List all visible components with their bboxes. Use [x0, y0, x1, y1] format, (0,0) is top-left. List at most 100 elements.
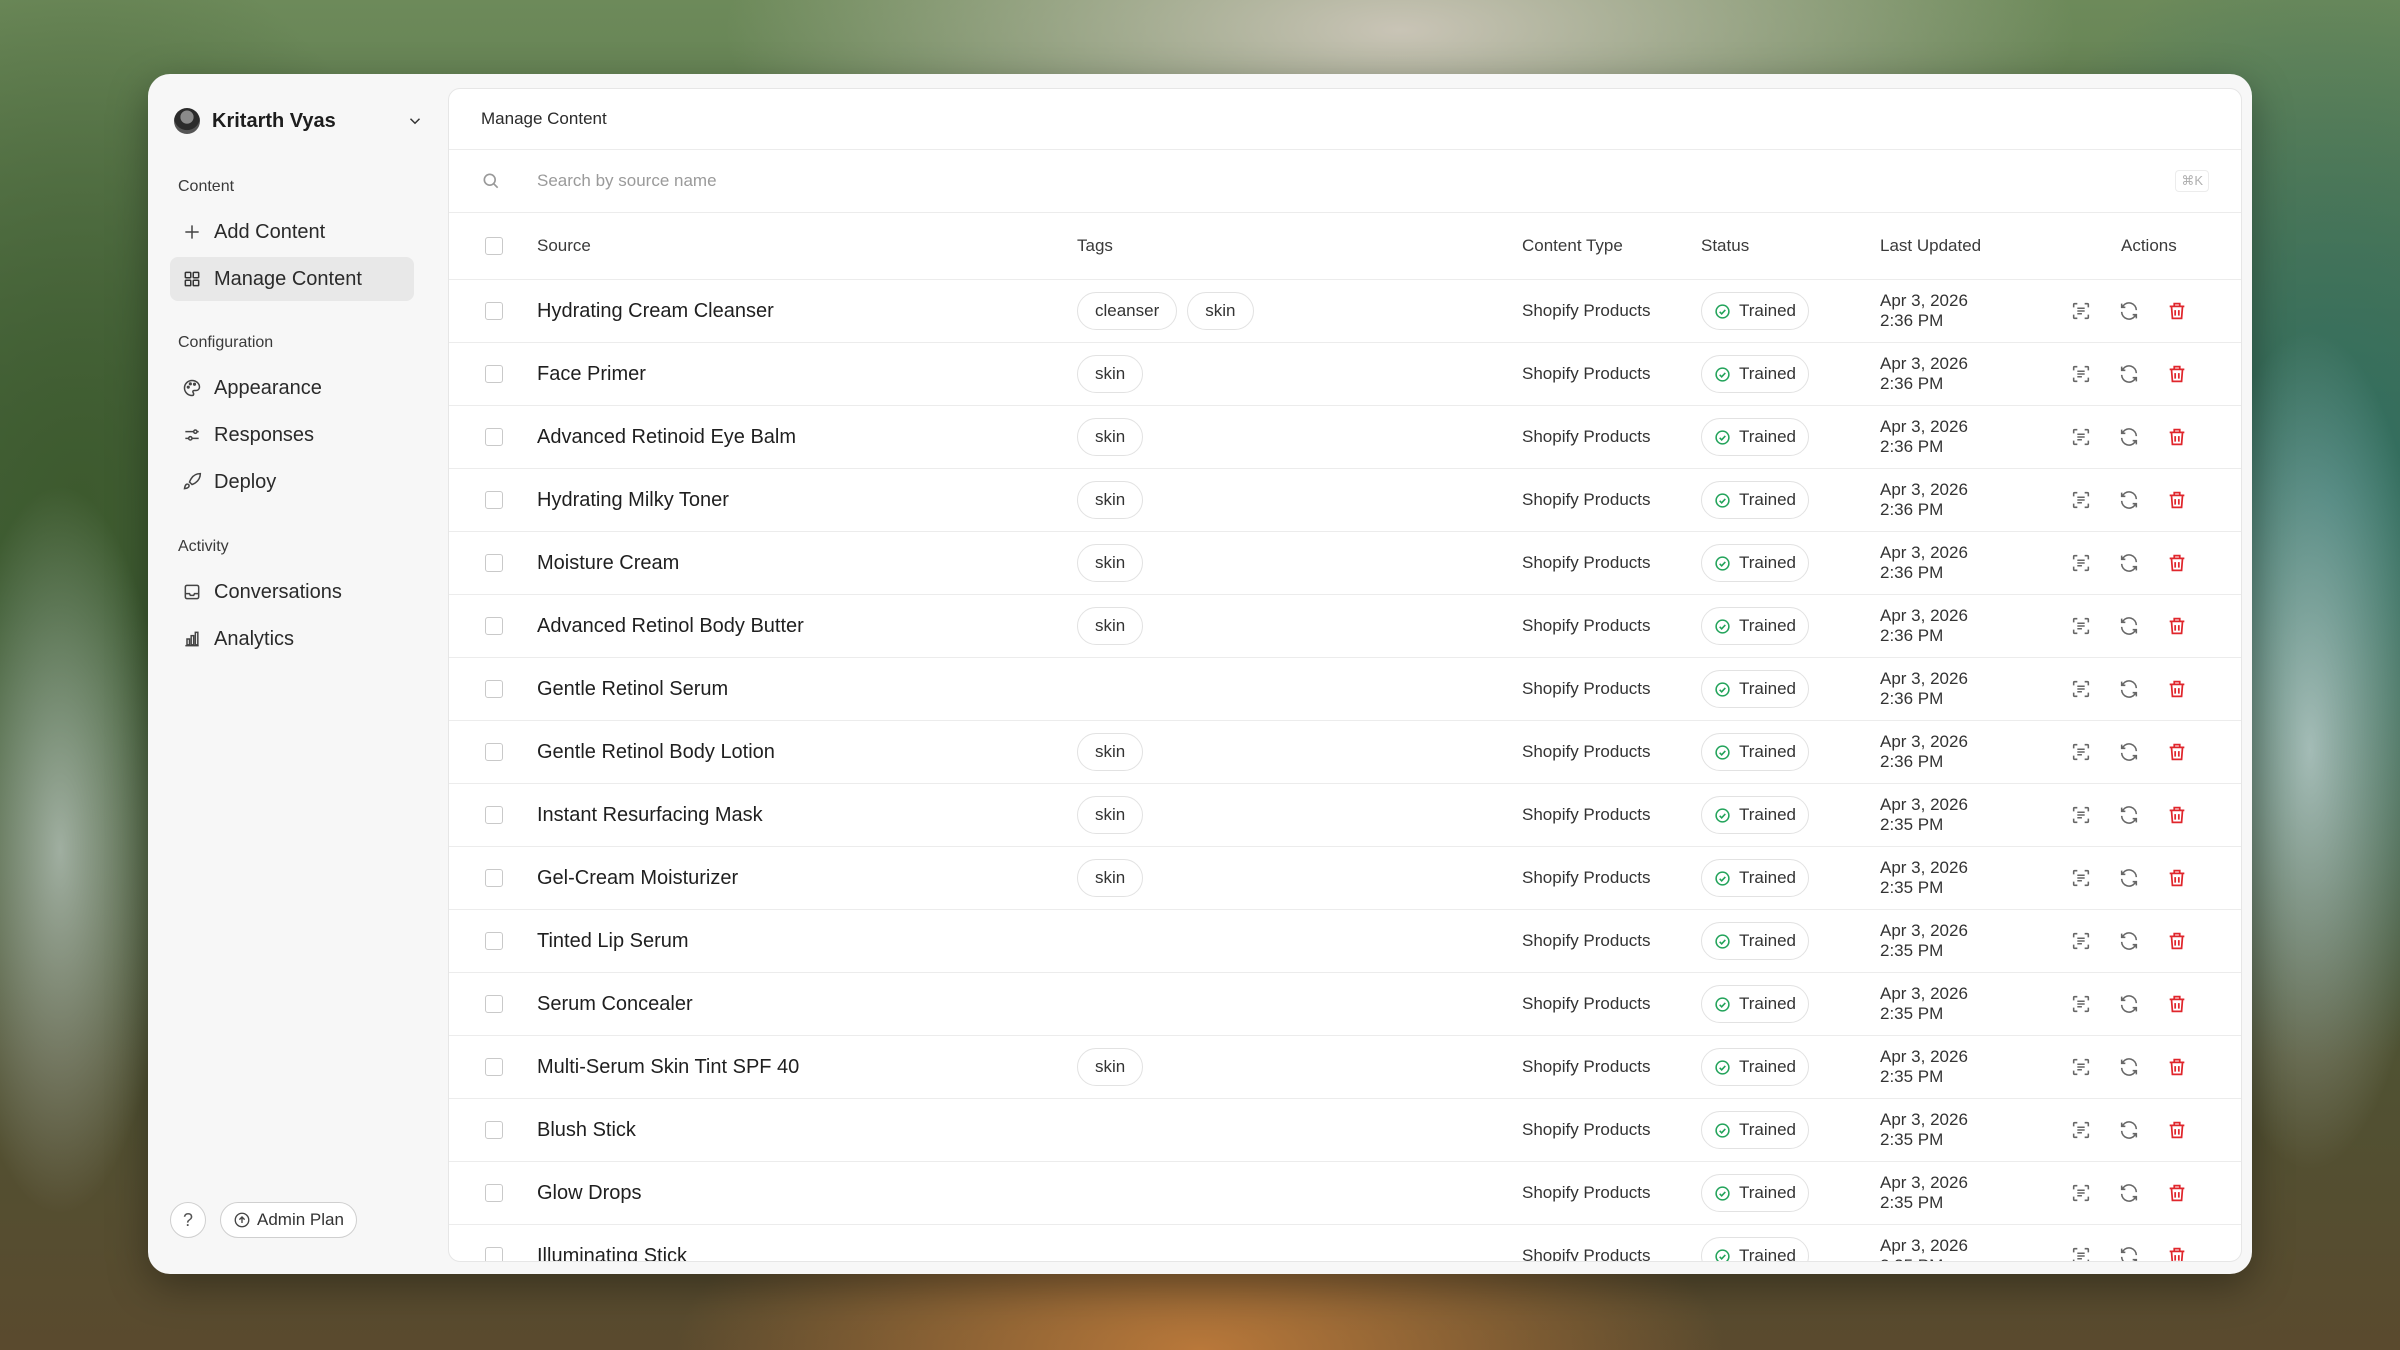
- row-checkbox[interactable]: [485, 365, 503, 383]
- row-checkbox[interactable]: [485, 932, 503, 950]
- source-name[interactable]: Moisture Cream: [537, 532, 679, 594]
- delete-button[interactable]: [2165, 677, 2189, 701]
- table-row[interactable]: Blush Stick Shopify Products Trained Apr…: [449, 1099, 2241, 1162]
- delete-button[interactable]: [2165, 1244, 2189, 1261]
- tag-chip[interactable]: cleanser: [1077, 292, 1178, 330]
- view-button[interactable]: [2069, 1055, 2093, 1079]
- search-input[interactable]: [535, 162, 2039, 200]
- source-name[interactable]: Gel-Cream Moisturizer: [537, 847, 738, 909]
- source-name[interactable]: Serum Concealer: [537, 973, 693, 1035]
- table-row[interactable]: Tinted Lip Serum Shopify Products Traine…: [449, 910, 2241, 973]
- tag-chip[interactable]: skin: [1077, 859, 1144, 897]
- source-name[interactable]: Hydrating Cream Cleanser: [537, 280, 774, 342]
- delete-button[interactable]: [2165, 299, 2189, 323]
- source-name[interactable]: Illuminating Stick: [537, 1225, 687, 1262]
- view-button[interactable]: [2069, 488, 2093, 512]
- delete-button[interactable]: [2165, 929, 2189, 953]
- sidebar-item-add-content[interactable]: Add Content: [170, 210, 414, 254]
- table-row[interactable]: Instant Resurfacing Mask skin Shopify Pr…: [449, 784, 2241, 847]
- tag-chip[interactable]: skin: [1077, 607, 1144, 645]
- table-row[interactable]: Face Primer skin Shopify Products Traine…: [449, 343, 2241, 406]
- row-checkbox[interactable]: [485, 617, 503, 635]
- sidebar-item-appearance[interactable]: Appearance: [170, 366, 414, 410]
- delete-button[interactable]: [2165, 362, 2189, 386]
- row-checkbox[interactable]: [485, 1184, 503, 1202]
- source-name[interactable]: Glow Drops: [537, 1162, 641, 1224]
- refresh-button[interactable]: [2117, 1118, 2141, 1142]
- table-row[interactable]: Advanced Retinoid Eye Balm skin Shopify …: [449, 406, 2241, 469]
- table-row[interactable]: Gentle Retinol Body Lotion skin Shopify …: [449, 721, 2241, 784]
- table-row[interactable]: Gel-Cream Moisturizer skin Shopify Produ…: [449, 847, 2241, 910]
- sidebar-item-responses[interactable]: Responses: [170, 413, 414, 457]
- row-checkbox[interactable]: [485, 491, 503, 509]
- tag-chip[interactable]: skin: [1077, 1048, 1144, 1086]
- source-name[interactable]: Tinted Lip Serum: [537, 910, 689, 972]
- refresh-button[interactable]: [2117, 740, 2141, 764]
- sidebar-item-conversations[interactable]: Conversations: [170, 570, 414, 614]
- sidebar-item-analytics[interactable]: Analytics: [170, 617, 414, 661]
- table-row[interactable]: Illuminating Stick Shopify Products Trai…: [449, 1225, 2241, 1262]
- delete-button[interactable]: [2165, 1055, 2189, 1079]
- refresh-button[interactable]: [2117, 1055, 2141, 1079]
- select-all-checkbox[interactable]: [485, 237, 503, 255]
- view-button[interactable]: [2069, 1181, 2093, 1205]
- sidebar-item-manage-content[interactable]: Manage Content: [170, 257, 414, 301]
- source-name[interactable]: Instant Resurfacing Mask: [537, 784, 763, 846]
- table-row[interactable]: Serum Concealer Shopify Products Trained…: [449, 973, 2241, 1036]
- refresh-button[interactable]: [2117, 929, 2141, 953]
- row-checkbox[interactable]: [485, 1058, 503, 1076]
- refresh-button[interactable]: [2117, 362, 2141, 386]
- tag-chip[interactable]: skin: [1077, 355, 1144, 393]
- row-checkbox[interactable]: [485, 302, 503, 320]
- tag-chip[interactable]: skin: [1077, 796, 1144, 834]
- source-name[interactable]: Multi-Serum Skin Tint SPF 40: [537, 1036, 799, 1098]
- delete-button[interactable]: [2165, 551, 2189, 575]
- refresh-button[interactable]: [2117, 803, 2141, 827]
- refresh-button[interactable]: [2117, 866, 2141, 890]
- view-button[interactable]: [2069, 740, 2093, 764]
- table-row[interactable]: Hydrating Milky Toner skin Shopify Produ…: [449, 469, 2241, 532]
- sidebar-item-deploy[interactable]: Deploy: [170, 460, 414, 504]
- view-button[interactable]: [2069, 299, 2093, 323]
- source-name[interactable]: Advanced Retinol Body Butter: [537, 595, 804, 657]
- tag-chip[interactable]: skin: [1077, 481, 1144, 519]
- row-checkbox[interactable]: [485, 995, 503, 1013]
- table-row[interactable]: Multi-Serum Skin Tint SPF 40 skin Shopif…: [449, 1036, 2241, 1099]
- refresh-button[interactable]: [2117, 992, 2141, 1016]
- row-checkbox[interactable]: [485, 1247, 503, 1261]
- help-button[interactable]: ?: [170, 1202, 206, 1238]
- view-button[interactable]: [2069, 866, 2093, 890]
- view-button[interactable]: [2069, 362, 2093, 386]
- admin-plan-button[interactable]: Admin Plan: [220, 1202, 357, 1238]
- table-row[interactable]: Gentle Retinol Serum Shopify Products Tr…: [449, 658, 2241, 721]
- table-row[interactable]: Moisture Cream skin Shopify Products Tra…: [449, 532, 2241, 595]
- source-name[interactable]: Gentle Retinol Serum: [537, 658, 728, 720]
- delete-button[interactable]: [2165, 488, 2189, 512]
- tag-chip[interactable]: skin: [1077, 418, 1144, 456]
- refresh-button[interactable]: [2117, 677, 2141, 701]
- refresh-button[interactable]: [2117, 425, 2141, 449]
- source-name[interactable]: Hydrating Milky Toner: [537, 469, 729, 531]
- view-button[interactable]: [2069, 425, 2093, 449]
- row-checkbox[interactable]: [485, 680, 503, 698]
- delete-button[interactable]: [2165, 1181, 2189, 1205]
- account-switcher[interactable]: Kritarth Vyas: [174, 104, 424, 138]
- delete-button[interactable]: [2165, 803, 2189, 827]
- refresh-button[interactable]: [2117, 299, 2141, 323]
- delete-button[interactable]: [2165, 1118, 2189, 1142]
- refresh-button[interactable]: [2117, 1181, 2141, 1205]
- source-name[interactable]: Gentle Retinol Body Lotion: [537, 721, 775, 783]
- view-button[interactable]: [2069, 551, 2093, 575]
- delete-button[interactable]: [2165, 614, 2189, 638]
- source-name[interactable]: Face Primer: [537, 343, 646, 405]
- row-checkbox[interactable]: [485, 428, 503, 446]
- view-button[interactable]: [2069, 929, 2093, 953]
- refresh-button[interactable]: [2117, 488, 2141, 512]
- tag-chip[interactable]: skin: [1077, 733, 1144, 771]
- table-row[interactable]: Hydrating Cream Cleanser cleanser skin Sh…: [449, 280, 2241, 343]
- view-button[interactable]: [2069, 803, 2093, 827]
- tag-chip[interactable]: skin: [1187, 292, 1254, 330]
- source-name[interactable]: Blush Stick: [537, 1099, 636, 1161]
- row-checkbox[interactable]: [485, 743, 503, 761]
- refresh-button[interactable]: [2117, 614, 2141, 638]
